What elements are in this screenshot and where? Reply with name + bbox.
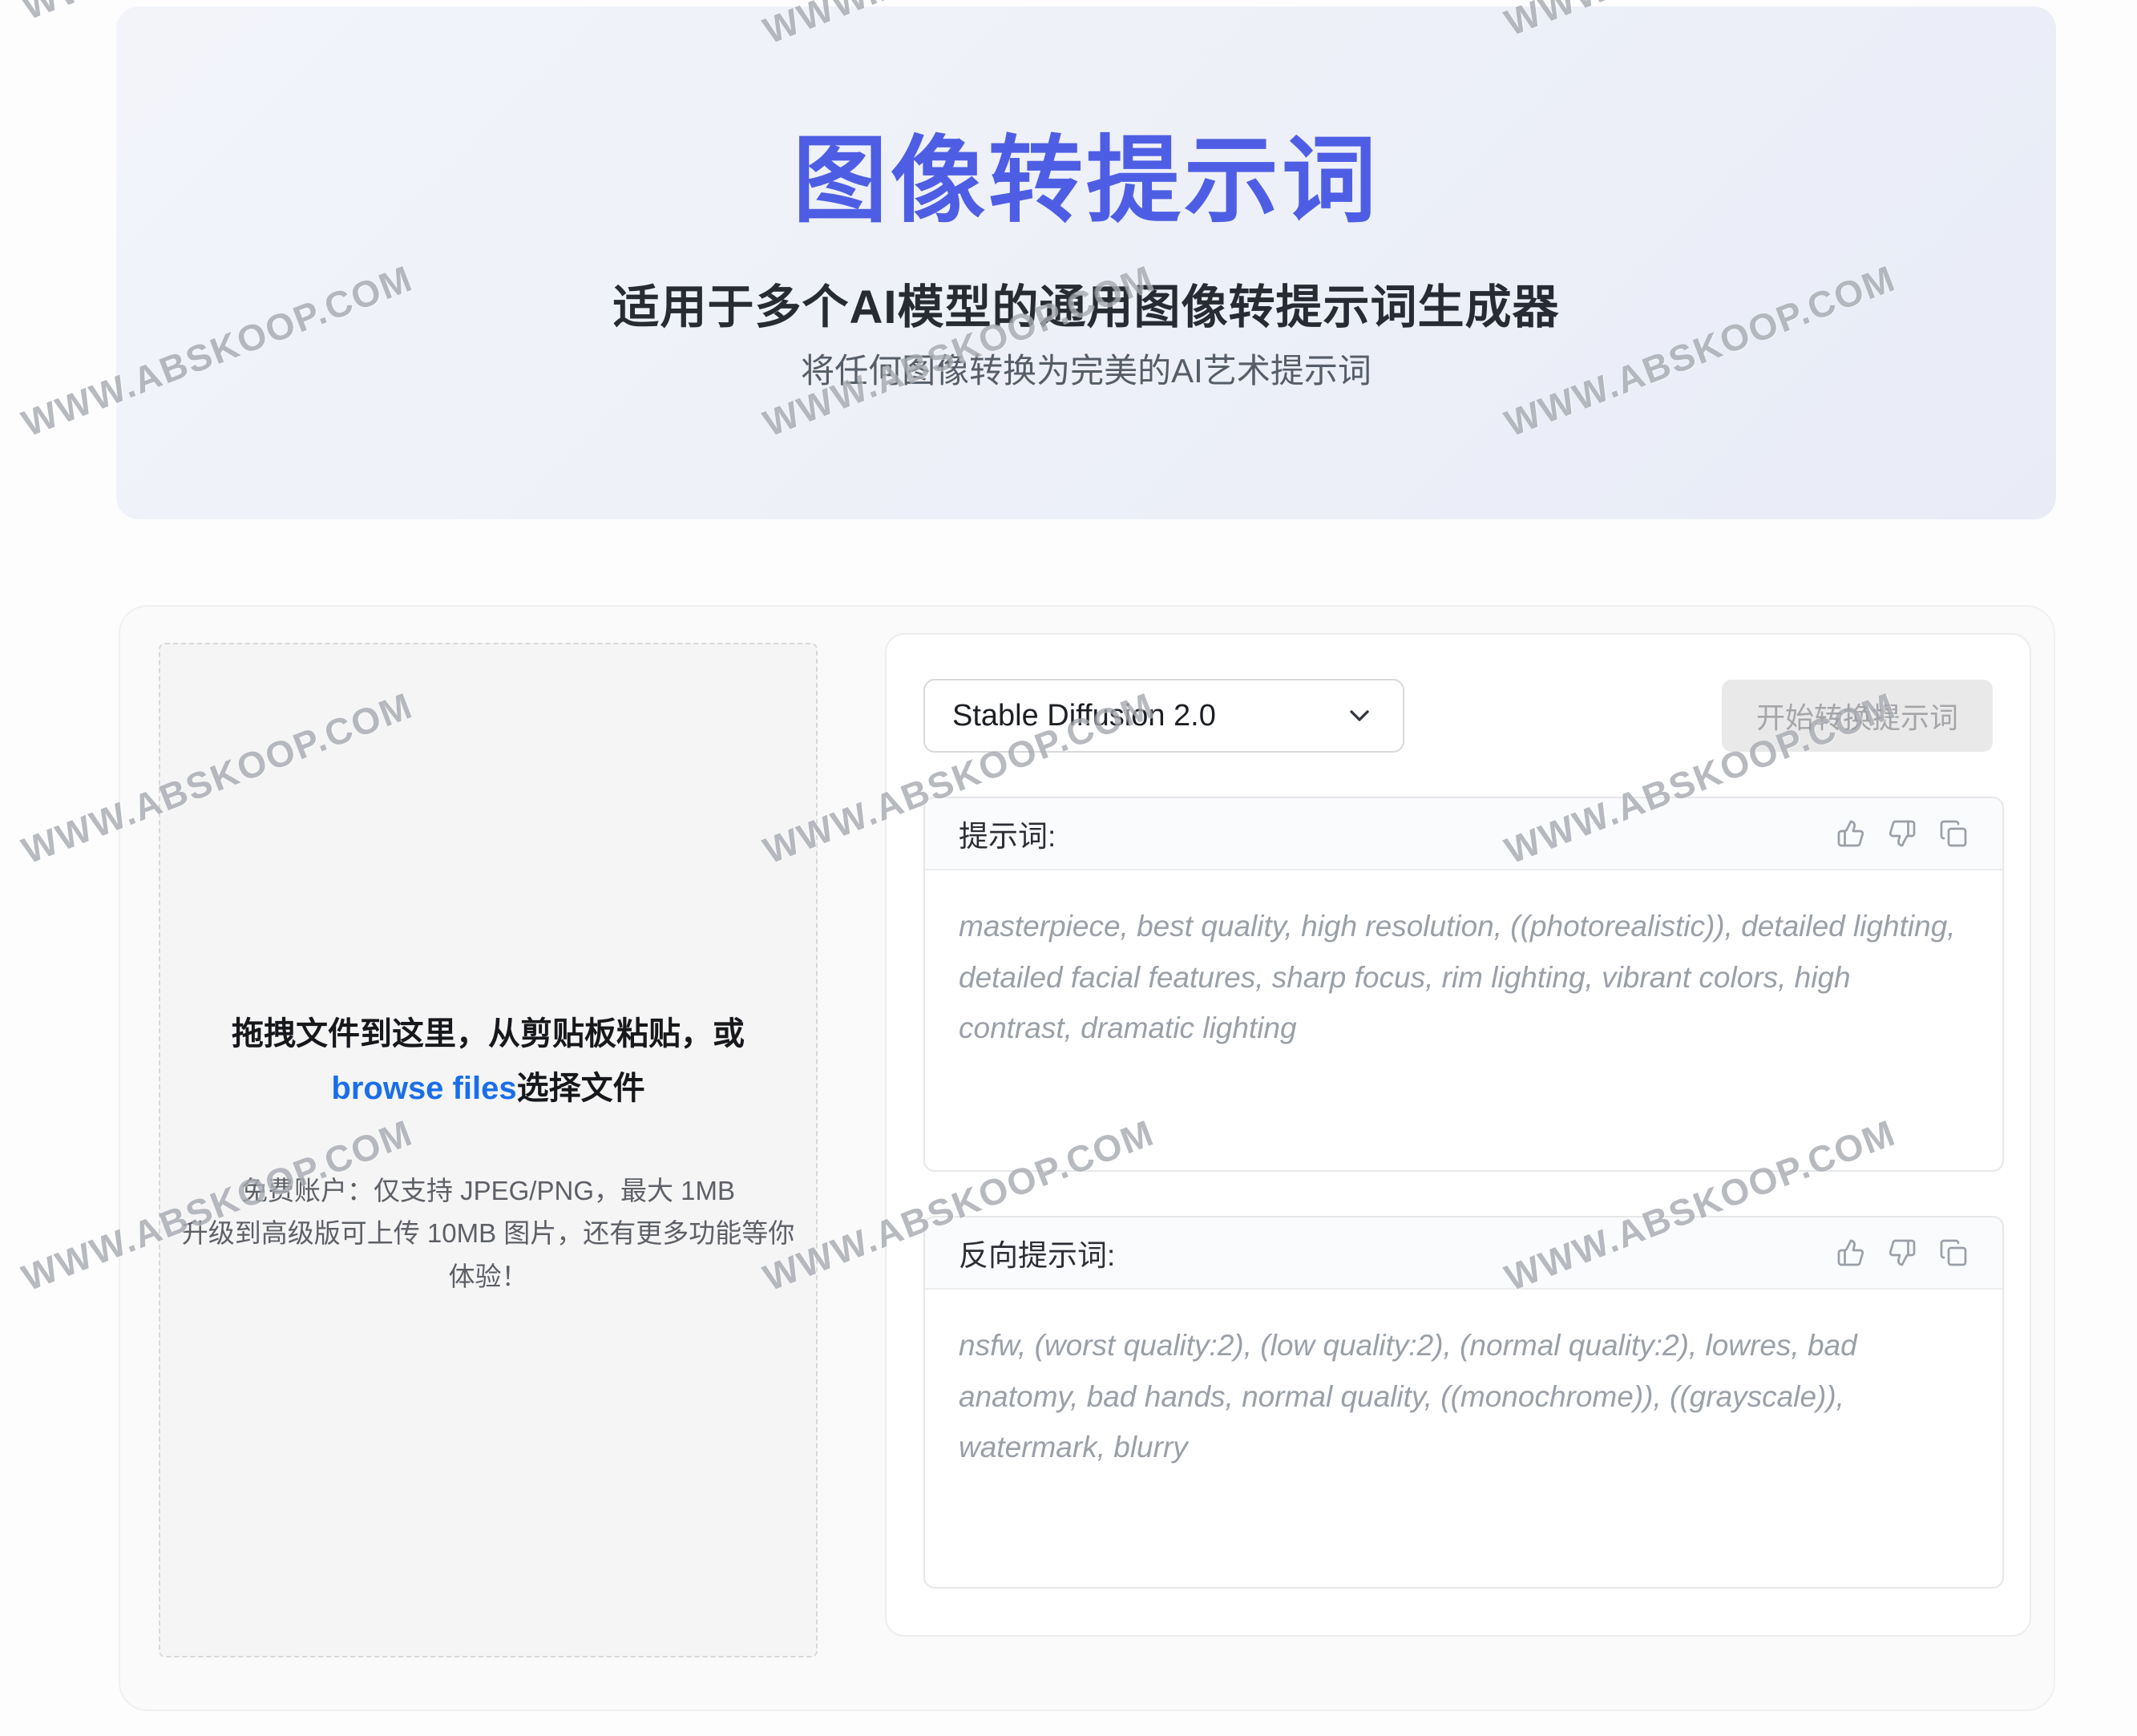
page-title: 图像转提示词 — [793, 125, 1380, 239]
convert-button[interactable]: 开始转换提示词 — [1722, 680, 1993, 752]
prompt-label: 提示词: — [959, 812, 1056, 855]
thumbs-down-icon[interactable] — [1887, 1237, 1917, 1268]
negative-prompt-box: 反向提示词: — [923, 1216, 2004, 1589]
negative-prompt-output[interactable]: nsfw, (worst quality:2), (low quality:2)… — [925, 1290, 2002, 1504]
dropzone-instruction: 拖拽文件到这里，从剪贴板粘贴，或 browse files选择文件 — [176, 1007, 801, 1116]
chevron-down-icon — [1343, 700, 1376, 732]
model-select-value: Stable Diffusion 2.0 — [952, 699, 1216, 733]
prompt-actions — [1836, 818, 1969, 849]
negative-prompt-box-header: 反向提示词: — [925, 1217, 2002, 1290]
negative-prompt-actions — [1836, 1237, 1969, 1268]
copy-icon[interactable] — [1938, 818, 1969, 849]
prompt-output[interactable]: masterpiece, best quality, high resoluti… — [925, 870, 2002, 1084]
dropzone-note-line2: 升级到高级版可上传 10MB 图片，还有更多功能等你 — [182, 1216, 795, 1251]
hero-description: 将任何图像转换为完美的AI艺术提示词 — [801, 349, 1371, 394]
negative-prompt-label: 反向提示词: — [959, 1231, 1115, 1274]
prompt-box: 提示词: — [923, 797, 2004, 1172]
dropzone-note-line3: 体验！ — [182, 1259, 795, 1294]
dropzone-note: 免费账户：仅支持 JPEG/PNG，最大 1MB 升级到高级版可上传 10MB … — [182, 1165, 795, 1294]
hero-subtitle: 适用于多个AI模型的通用图像转提示词生成器 — [612, 279, 1559, 337]
prompt-panel: Stable Diffusion 2.0 开始转换提示词 提示词: — [885, 633, 2031, 1637]
thumbs-down-icon[interactable] — [1887, 818, 1917, 849]
model-select[interactable]: Stable Diffusion 2.0 — [923, 679, 1404, 753]
dropzone-text-before: 拖拽文件到这里，从剪贴板粘贴，或 — [232, 1016, 745, 1052]
file-dropzone[interactable]: 拖拽文件到这里，从剪贴板粘贴，或 browse files选择文件 免费账户：仅支… — [159, 643, 818, 1657]
thumbs-up-icon[interactable] — [1836, 1237, 1866, 1268]
copy-icon[interactable] — [1938, 1237, 1969, 1268]
converter-card: 拖拽文件到这里，从剪贴板粘贴，或 browse files选择文件 免费账户：仅支… — [119, 605, 2055, 1711]
browse-files-link[interactable]: browse files — [331, 1071, 516, 1106]
hero-section: 图像转提示词 适用于多个AI模型的通用图像转提示词生成器 将任何图像转换为完美的… — [116, 6, 2056, 519]
dropzone-text-after: 选择文件 — [517, 1071, 645, 1106]
dropzone-note-line1: 免费账户：仅支持 JPEG/PNG，最大 1MB — [182, 1173, 795, 1209]
image-to-prompt-page: 图像转提示词 适用于多个AI模型的通用图像转提示词生成器 将任何图像转换为完美的… — [0, 0, 2137, 1736]
thumbs-up-icon[interactable] — [1836, 818, 1866, 849]
prompt-box-header: 提示词: — [925, 798, 2002, 870]
